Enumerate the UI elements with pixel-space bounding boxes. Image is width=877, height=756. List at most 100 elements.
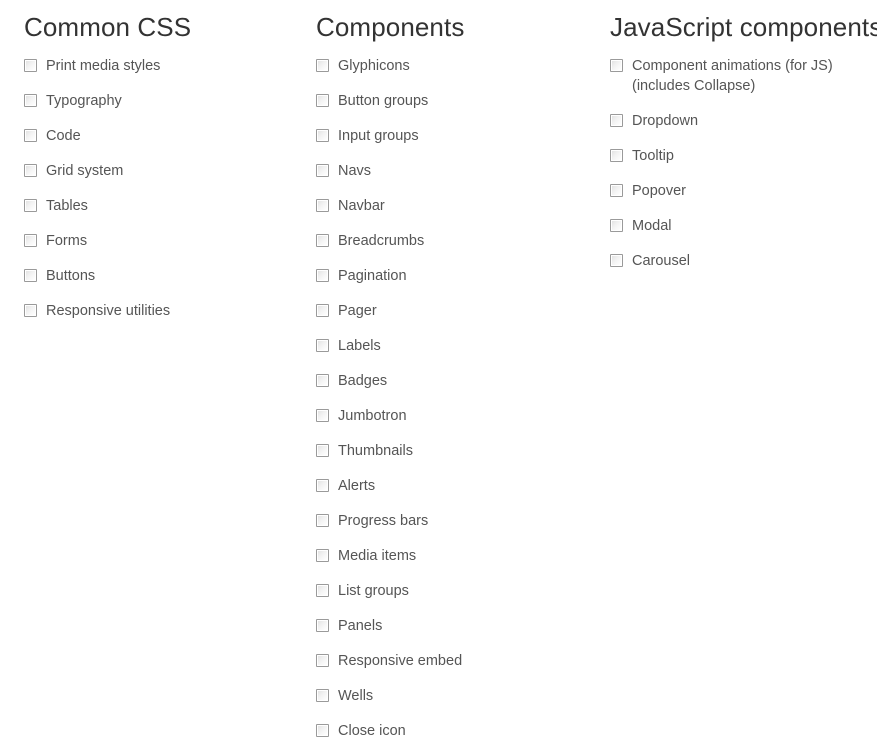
checkbox-icon[interactable] xyxy=(316,514,329,527)
checklist-item[interactable]: Carousel xyxy=(610,251,870,271)
checklist-item[interactable]: Dropdown xyxy=(610,111,870,131)
checklist-item-label: Modal xyxy=(632,218,672,234)
checklist-item-label: Navs xyxy=(338,163,372,179)
checklist-item-label: Navbar xyxy=(338,198,385,214)
checklist-item[interactable]: Forms xyxy=(24,231,304,251)
checklist-item[interactable]: Code xyxy=(24,126,304,146)
checkbox-icon[interactable] xyxy=(610,184,623,197)
checkbox-icon[interactable] xyxy=(316,339,329,352)
checkbox-icon[interactable] xyxy=(24,269,37,282)
checklist-item[interactable]: Button groups xyxy=(316,91,601,111)
checklist-item[interactable]: Alerts xyxy=(316,476,601,496)
checkbox-icon[interactable] xyxy=(610,59,623,72)
checkbox-icon[interactable] xyxy=(316,129,329,142)
checklist-item[interactable]: Media items xyxy=(316,546,601,566)
checkbox-icon[interactable] xyxy=(24,164,37,177)
checklist-item-label: Panels xyxy=(338,618,383,634)
checklist-common-css: Print media styles Typography Code Grid sys… xyxy=(24,56,304,321)
checklist-item[interactable]: Responsive utilities xyxy=(24,301,304,321)
checkbox-icon[interactable] xyxy=(316,444,329,457)
checkbox-icon[interactable] xyxy=(610,114,623,127)
checkbox-icon[interactable] xyxy=(316,234,329,247)
checkbox-icon[interactable] xyxy=(24,304,37,317)
checklist-item-label: Button groups xyxy=(338,93,429,109)
customize-checklist-page: Common CSS Print media styles Typography C… xyxy=(0,0,877,756)
checklist-item[interactable]: Typography xyxy=(24,91,304,111)
checkbox-icon[interactable] xyxy=(316,199,329,212)
checklist-item-label: Carousel xyxy=(632,253,691,269)
checkbox-icon[interactable] xyxy=(316,689,329,702)
checklist-item[interactable]: Navbar xyxy=(316,196,601,216)
checklist-item-label: Buttons xyxy=(46,268,96,284)
checkbox-icon[interactable] xyxy=(316,269,329,282)
checklist-item[interactable]: Pagination xyxy=(316,266,601,286)
checklist-item[interactable]: Print media styles xyxy=(24,56,304,76)
checklist-item-label: Grid system xyxy=(46,163,124,179)
checklist-item-label: Wells xyxy=(338,688,374,704)
checkbox-icon[interactable] xyxy=(24,129,37,142)
checklist-item[interactable]: Navs xyxy=(316,161,601,181)
checkbox-icon[interactable] xyxy=(24,234,37,247)
checkbox-icon[interactable] xyxy=(316,584,329,597)
checklist-item[interactable]: Pager xyxy=(316,301,601,321)
checkbox-icon[interactable] xyxy=(24,199,37,212)
checkbox-icon[interactable] xyxy=(316,164,329,177)
checklist-item[interactable]: Labels xyxy=(316,336,601,356)
checklist-item-label: Forms xyxy=(46,233,88,249)
checklist-item[interactable]: Close icon xyxy=(316,721,601,741)
checkbox-icon[interactable] xyxy=(610,149,623,162)
checklist-item-label-line2: (includes Collapse) xyxy=(632,78,756,94)
checklist-item[interactable]: Modal xyxy=(610,216,870,236)
checkbox-icon[interactable] xyxy=(316,94,329,107)
checklist-item-label: List groups xyxy=(338,583,409,599)
checkbox-icon[interactable] xyxy=(610,219,623,232)
checklist-item[interactable]: Tooltip xyxy=(610,146,870,166)
checklist-item-label: Progress bars xyxy=(338,513,429,529)
checklist-item-label: Code xyxy=(46,128,81,144)
checklist-item[interactable]: Popover xyxy=(610,181,870,201)
checklist-item-label: Thumbnails xyxy=(338,443,413,459)
checkbox-icon[interactable] xyxy=(316,619,329,632)
checkbox-icon[interactable] xyxy=(316,654,329,667)
checklist-item-label: Pagination xyxy=(338,268,407,284)
checkbox-icon[interactable] xyxy=(316,374,329,387)
checkbox-icon[interactable] xyxy=(316,409,329,422)
checkbox-icon[interactable] xyxy=(316,479,329,492)
checklist-item[interactable]: Thumbnails xyxy=(316,441,601,461)
checkbox-icon[interactable] xyxy=(316,724,329,737)
checklist-item[interactable]: Breadcrumbs xyxy=(316,231,601,251)
checklist-item[interactable]: List groups xyxy=(316,581,601,601)
checklist-columns: Common CSS Print media styles Typography C… xyxy=(0,0,877,756)
checklist-item-label: Tables xyxy=(46,198,88,214)
checklist-item[interactable]: Input groups xyxy=(316,126,601,146)
checkbox-icon[interactable] xyxy=(316,59,329,72)
checklist-item[interactable]: Component animations (for JS) (includes C… xyxy=(610,56,870,96)
checklist-item-label: Input groups xyxy=(338,128,419,144)
checkbox-icon[interactable] xyxy=(316,304,329,317)
checklist-item-label: Alerts xyxy=(338,478,376,494)
checklist-javascript-components: Component animations (for JS) (includes C… xyxy=(610,56,870,271)
checklist-item[interactable]: Buttons xyxy=(24,266,304,286)
checklist-item-label: Breadcrumbs xyxy=(338,233,425,249)
checkbox-icon[interactable] xyxy=(610,254,623,267)
checkbox-icon[interactable] xyxy=(24,94,37,107)
column-heading-common-css: Common CSS xyxy=(24,12,192,42)
checklist-components: Glyphicons Button groups Input groups Navs N… xyxy=(316,56,601,741)
checklist-item[interactable]: Grid system xyxy=(24,161,304,181)
checklist-item[interactable]: Badges xyxy=(316,371,601,391)
checklist-item-label: Responsive embed xyxy=(338,653,463,669)
checklist-item[interactable]: Jumbotron xyxy=(316,406,601,426)
checklist-item[interactable]: Tables xyxy=(24,196,304,216)
checklist-item-label: Component animations (for JS) (includes C… xyxy=(632,56,870,96)
checklist-item[interactable]: Glyphicons xyxy=(316,56,601,76)
checkbox-icon[interactable] xyxy=(24,59,37,72)
checklist-item-label: Close icon xyxy=(338,723,406,739)
checklist-item[interactable]: Responsive embed xyxy=(316,651,601,671)
checklist-item-label: Dropdown xyxy=(632,113,699,129)
checklist-item[interactable]: Panels xyxy=(316,616,601,636)
checkbox-icon[interactable] xyxy=(316,549,329,562)
checklist-item-label: Labels xyxy=(338,338,381,354)
checklist-item-label: Badges xyxy=(338,373,388,389)
checklist-item[interactable]: Wells xyxy=(316,686,601,706)
checklist-item[interactable]: Progress bars xyxy=(316,511,601,531)
